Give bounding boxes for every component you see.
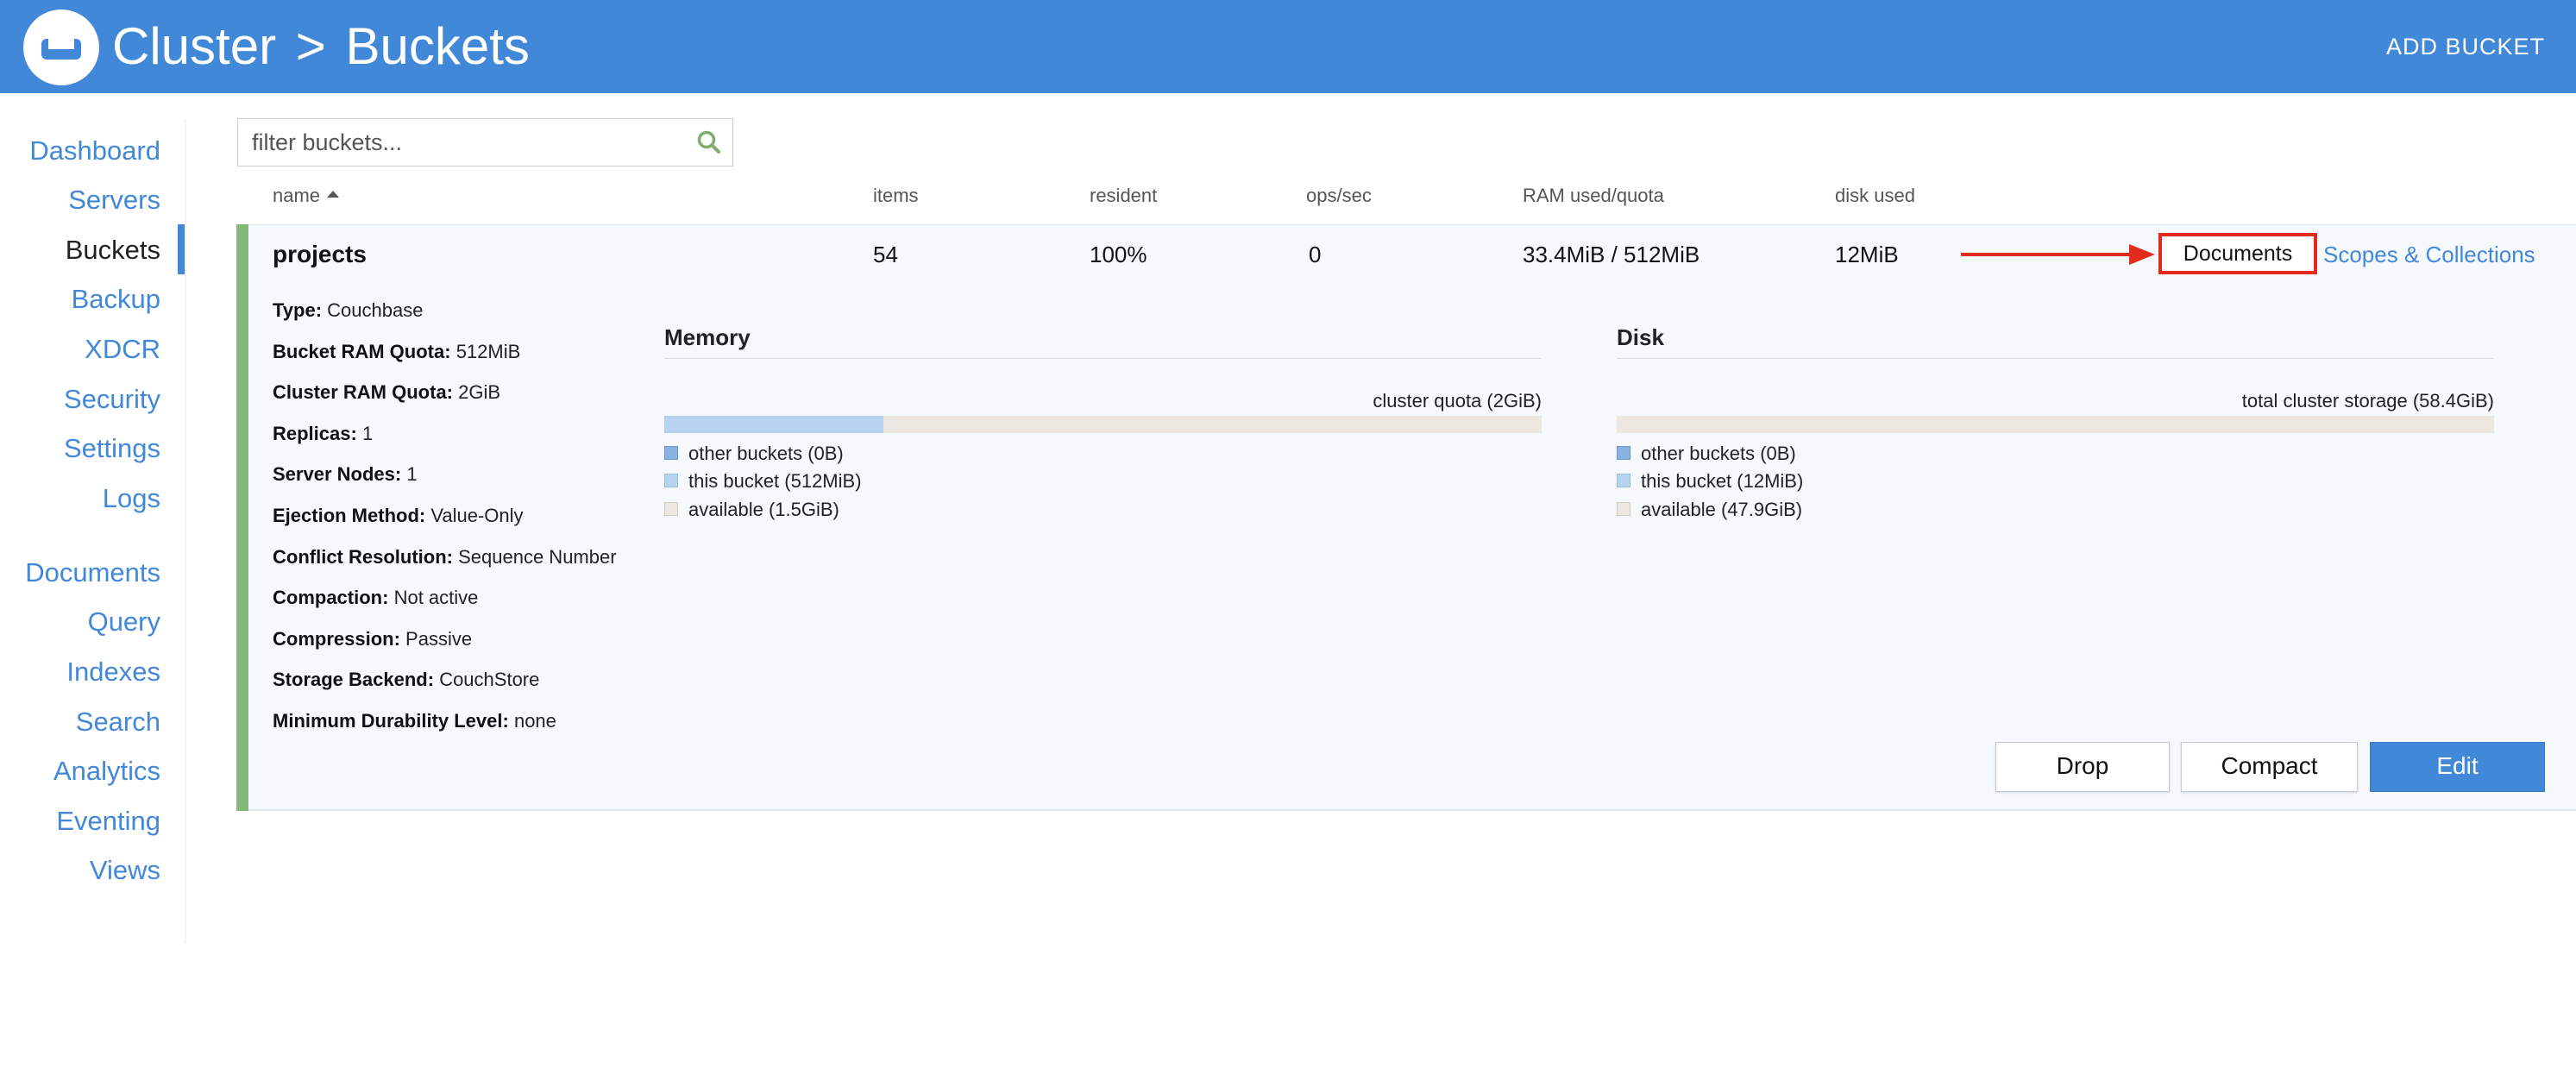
bucket-resident: 100%: [1090, 242, 1147, 267]
column-header-ram[interactable]: RAM used/quota: [1523, 183, 1664, 209]
sidebar-item-eventing[interactable]: Eventing: [56, 804, 160, 839]
disk-total-label: total cluster storage (58.4GiB): [2241, 390, 2494, 412]
breadcrumb-separator: >: [295, 17, 326, 75]
add-bucket-button[interactable]: ADD BUCKET: [2386, 29, 2545, 64]
scopes-collections-link[interactable]: Scopes & Collections: [2323, 240, 2535, 269]
legend-swatch-this: [1617, 474, 1630, 488]
column-header-disk-used[interactable]: disk used: [1835, 183, 1915, 209]
memory-legend-this: this bucket (512MiB): [664, 468, 862, 494]
legend-swatch-other: [1617, 446, 1630, 461]
column-header-name[interactable]: name: [273, 183, 340, 209]
legend-swatch-other: [664, 446, 678, 461]
annotation-arrow-head: [2129, 244, 2155, 265]
bucket-health-indicator: [236, 224, 248, 811]
disk-legend-available: available (47.9GiB): [1617, 497, 1802, 523]
legend-swatch-available: [664, 502, 678, 517]
detail-bucket-ram-quota: Bucket RAM Quota: 512MiB: [273, 341, 521, 362]
detail-ejection-method: Ejection Method: Value-Only: [273, 505, 524, 526]
bucket-disk-used: 12MiB: [1835, 242, 1899, 267]
bucket-items: 54: [873, 242, 898, 267]
sidebar-item-documents[interactable]: Documents: [25, 556, 160, 590]
detail-type: Type: Couchbase: [273, 299, 424, 321]
sidebar-item-dashboard[interactable]: Dashboard: [29, 134, 160, 168]
memory-usage-bar: [664, 416, 1542, 433]
legend-swatch-available: [1617, 502, 1630, 517]
bucket-row-projects[interactable]: [236, 224, 2576, 811]
filter-buckets-input[interactable]: [238, 119, 687, 166]
sidebar-item-query[interactable]: Query: [88, 605, 160, 639]
detail-min-durability: Minimum Durability Level: none: [273, 710, 556, 732]
detail-compaction: Compaction: Not active: [273, 587, 479, 608]
legend-swatch-this: [664, 474, 678, 488]
bucket-ops-sec: 0: [1309, 242, 1322, 267]
sidebar-item-servers[interactable]: Servers: [68, 183, 160, 217]
sidebar-item-logs[interactable]: Logs: [103, 481, 160, 516]
detail-replicas: Replicas: 1: [273, 423, 374, 444]
breadcrumb-cluster[interactable]: Cluster: [112, 17, 276, 75]
filter-buckets-box: [237, 118, 733, 167]
memory-legend-other: other buckets (0B): [664, 441, 844, 467]
memory-legend-available: available (1.5GiB): [664, 497, 839, 523]
sidebar-item-indexes[interactable]: Indexes: [66, 655, 160, 689]
disk-chart-divider: [1617, 358, 2494, 359]
sidebar-item-views[interactable]: Views: [90, 853, 160, 888]
column-header-name-label: name: [273, 185, 321, 206]
detail-storage-backend: Storage Backend: CouchStore: [273, 669, 540, 690]
disk-chart-title: Disk: [1617, 324, 1664, 350]
memory-chart-title: Memory: [664, 324, 751, 350]
sidebar-item-analytics[interactable]: Analytics: [53, 754, 160, 789]
column-header-resident[interactable]: resident: [1090, 183, 1157, 209]
sidebar-item-security[interactable]: Security: [64, 382, 160, 417]
edit-button[interactable]: Edit: [2370, 742, 2545, 792]
sidebar-active-indicator: [178, 224, 185, 274]
memory-usage-fill: [664, 416, 884, 433]
sidebar-item-settings[interactable]: Settings: [64, 431, 160, 466]
drop-button[interactable]: Drop: [1995, 742, 2170, 792]
bucket-name[interactable]: projects: [273, 239, 367, 270]
detail-compression: Compression: Passive: [273, 628, 473, 650]
bucket-ram-used-quota: 33.4MiB / 512MiB: [1523, 242, 1700, 267]
sidebar-item-backup[interactable]: Backup: [72, 282, 160, 317]
sidebar-item-xdcr[interactable]: XDCR: [85, 332, 160, 367]
memory-chart-divider: [664, 358, 1542, 359]
page-breadcrumb: Cluster > Buckets: [112, 16, 530, 78]
disk-legend-other: other buckets (0B): [1617, 441, 1796, 467]
sidebar-item-buckets[interactable]: Buckets: [66, 233, 160, 267]
annotation-arrow: [1961, 253, 2133, 256]
detail-conflict-resolution: Conflict Resolution: Sequence Number: [273, 546, 617, 568]
search-icon[interactable]: [696, 129, 722, 160]
column-header-ops-sec[interactable]: ops/sec: [1306, 183, 1372, 209]
sort-ascending-icon: [327, 191, 340, 198]
couchbase-logo[interactable]: [23, 9, 99, 85]
detail-server-nodes: Server Nodes: 1: [273, 463, 418, 485]
compact-button[interactable]: Compact: [2181, 742, 2358, 792]
detail-cluster-ram-quota: Cluster RAM Quota: 2GiB: [273, 381, 501, 403]
memory-total-label: cluster quota (2GiB): [1373, 390, 1542, 412]
couchbase-logo-icon: [41, 35, 81, 60]
documents-link[interactable]: Documents: [2158, 233, 2317, 274]
sidebar-item-search[interactable]: Search: [76, 705, 160, 739]
disk-usage-bar: [1617, 416, 2494, 433]
page-title: Buckets: [345, 17, 530, 75]
column-header-items[interactable]: items: [873, 183, 919, 209]
sidebar-divider: [185, 119, 186, 944]
top-header: Cluster > Buckets ADD BUCKET: [0, 0, 2576, 93]
disk-legend-this: this bucket (12MiB): [1617, 468, 1803, 494]
